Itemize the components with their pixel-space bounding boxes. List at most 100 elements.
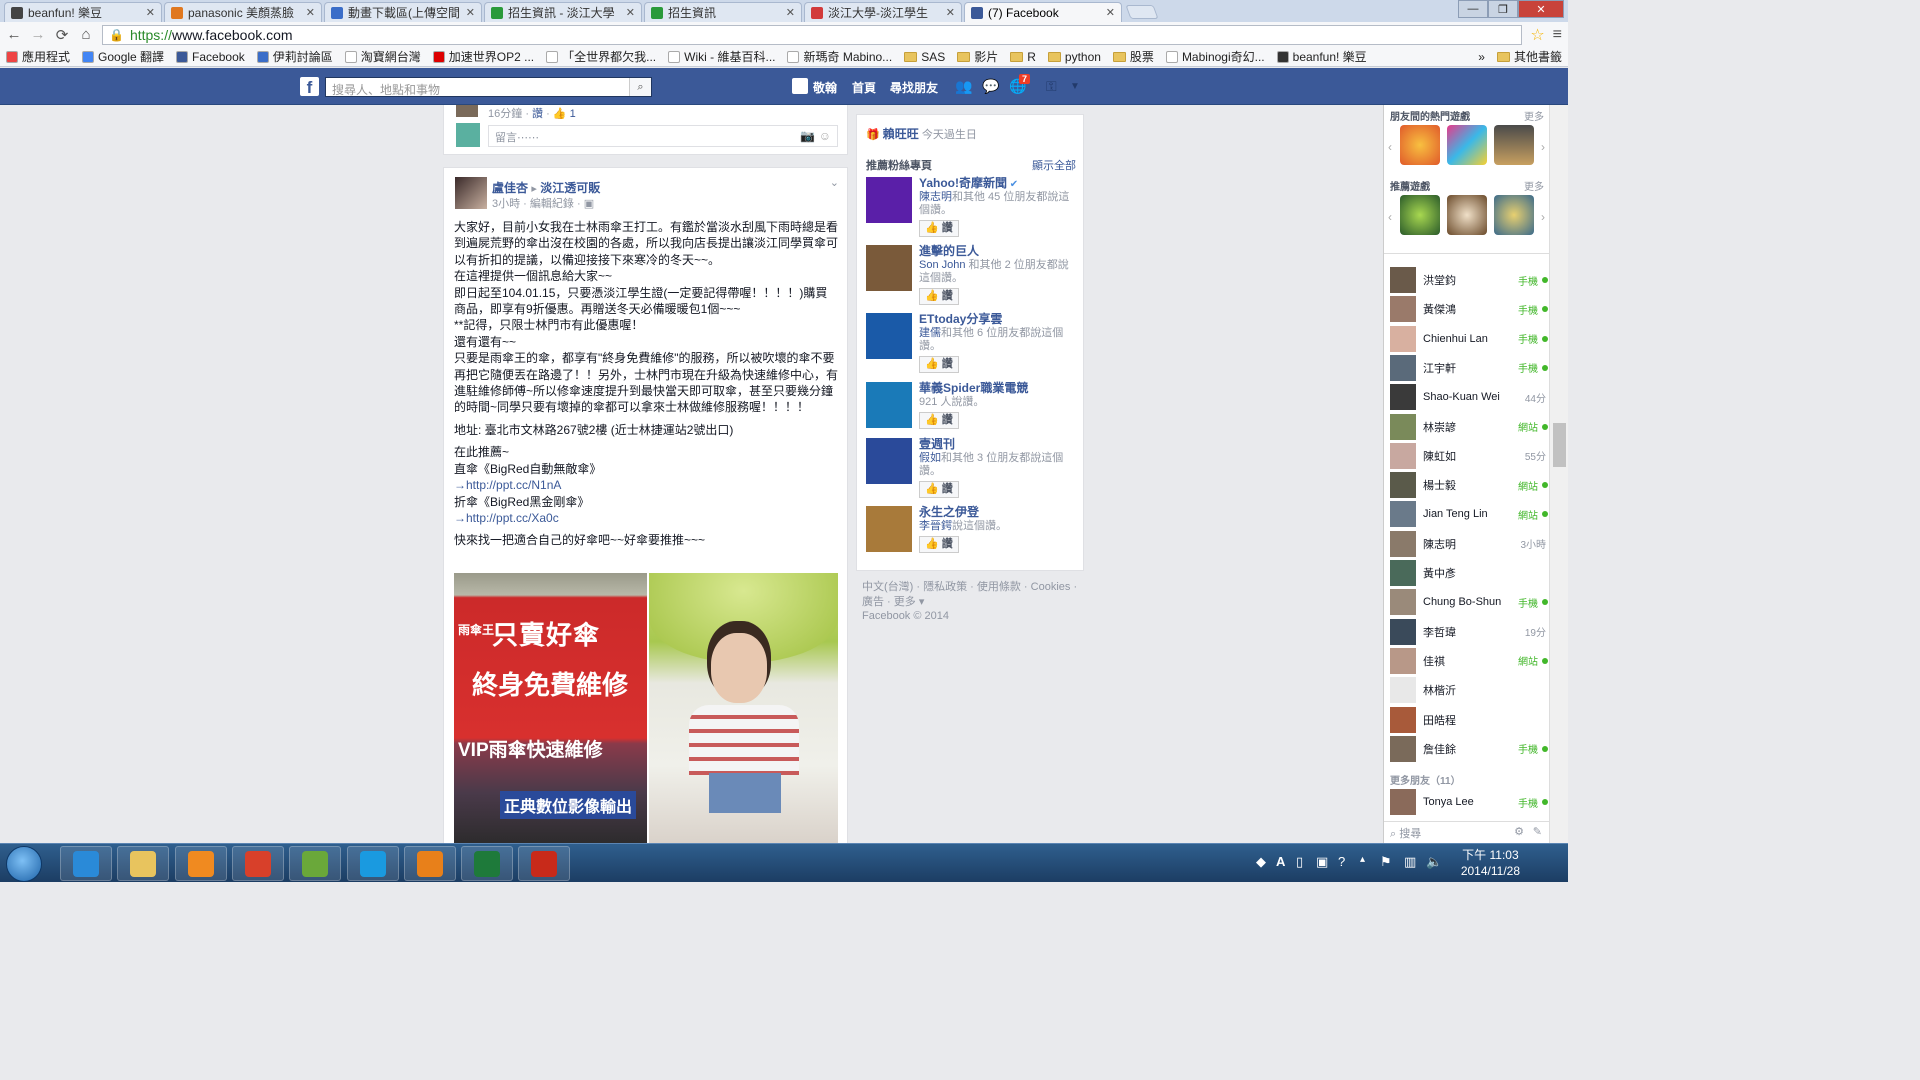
bookmark-item[interactable]: beanfun! 樂豆 [1276, 48, 1367, 65]
chat-search-input[interactable]: ⌕ 搜尋 ⚙ ✎ [1384, 821, 1550, 843]
bookmark-item[interactable]: Facebook [176, 50, 245, 64]
tab-close-icon[interactable]: ✕ [306, 6, 315, 19]
chat-friend[interactable]: 陳虹如 55分 [1390, 442, 1548, 470]
taskbar-app[interactable] [461, 846, 514, 881]
games-more-link[interactable]: 更多 [1524, 108, 1544, 123]
post-link-2[interactable]: →http://ppt.cc/Xa0c [454, 511, 559, 525]
bookmark-item[interactable]: Google 翻譯 [82, 48, 164, 65]
chat-friend[interactable]: Jian Teng Lin 網站 [1390, 500, 1548, 528]
tab-close-icon[interactable]: ✕ [1106, 6, 1115, 19]
comment-input[interactable]: 留言⋯⋯ 📷 ☺ [488, 125, 838, 147]
chat-friend[interactable]: 田皓程 [1390, 706, 1548, 734]
menu-icon[interactable]: ≡ [1553, 26, 1562, 44]
page-scrollbar[interactable] [1549, 105, 1568, 843]
taskbar-app[interactable] [403, 846, 456, 881]
tab-close-icon[interactable]: ✕ [626, 6, 635, 19]
recommended-games-more-link[interactable]: 更多 [1524, 178, 1544, 193]
game-thumbnail[interactable] [1494, 125, 1534, 165]
friend-link[interactable]: 建儒 [919, 327, 941, 339]
post-link-1[interactable]: →http://ppt.cc/N1nA [454, 478, 561, 492]
taskbar-app[interactable] [174, 846, 227, 881]
camera-icon[interactable]: 📷 [800, 129, 815, 143]
action-center-flag-icon[interactable]: ⚑ [1380, 854, 1392, 870]
bookmark-item[interactable]: python [1047, 50, 1101, 64]
chat-friend[interactable]: Chienhui Lan 手機 [1390, 325, 1548, 353]
privacy-shortcuts-icon[interactable]: ⚿ [1046, 78, 1057, 95]
tray-app-icon[interactable]: ◆ [1256, 854, 1266, 870]
footer-links[interactable]: 中文(台灣) · 隱私政策 · 使用條款 · Cookies · [862, 580, 1092, 595]
bookmark-item[interactable]: 影片 [957, 48, 998, 65]
address-bar[interactable]: 🔒 https://www.facebook.com [102, 24, 1523, 45]
tab-close-icon[interactable]: ✕ [946, 6, 955, 19]
bookmark-star-icon[interactable]: ☆ [1530, 25, 1544, 45]
browser-tab[interactable]: 招生資訊 ✕ [644, 2, 802, 22]
taskbar-app[interactable] [117, 846, 170, 881]
bookmark-item[interactable]: SAS [904, 50, 945, 64]
bookmark-item[interactable]: 新瑪奇 Mabino... [787, 48, 892, 65]
emoji-icon[interactable]: ☺ [819, 129, 831, 143]
game-thumbnail[interactable] [1400, 125, 1440, 165]
new-tab-button[interactable] [1125, 5, 1159, 19]
show-all-link[interactable]: 顯示全部 [1032, 157, 1076, 173]
page-thumbnail[interactable] [866, 506, 912, 552]
page-name-link[interactable]: 永生之伊登 [919, 505, 979, 519]
friend-link[interactable]: 陳志明 [919, 191, 952, 203]
chat-settings-icon[interactable]: ⚙ [1514, 825, 1524, 838]
bookmark-item[interactable]: 加速世界OP2 ... [432, 48, 534, 65]
nav-home-link[interactable]: 首頁 [852, 79, 876, 96]
page-name-link[interactable]: 華義Spider職業電競 [919, 381, 1028, 395]
profile-avatar[interactable] [792, 78, 808, 94]
friend-link[interactable]: 李晉鍔 [919, 520, 952, 532]
games-prev-icon[interactable]: ‹ [1388, 140, 1392, 154]
game-thumbnail[interactable] [1400, 195, 1440, 235]
system-clock[interactable]: 下午 11:03 2014/11/28 [1461, 847, 1520, 879]
friend-link[interactable]: Son John [919, 259, 965, 271]
page-name-link[interactable]: ETtoday分享雲 [919, 312, 1002, 326]
like-page-button[interactable]: 👍 讚 [919, 481, 959, 498]
tray-expand-icon[interactable]: ▴ [1360, 854, 1365, 865]
taskbar-app[interactable] [518, 846, 571, 881]
page-name-link[interactable]: 進擊的巨人 [919, 244, 979, 258]
network-icon[interactable]: ▥ [1404, 854, 1416, 870]
page-thumbnail[interactable] [866, 438, 912, 484]
page-thumbnail[interactable] [866, 245, 912, 291]
chat-friend[interactable]: 黃中彥 [1390, 559, 1548, 587]
chat-friend[interactable]: 詹佳餘 手機 [1390, 735, 1548, 763]
game-thumbnail[interactable] [1447, 125, 1487, 165]
page-name-link[interactable]: 壹週刊 [919, 437, 955, 451]
volume-icon[interactable]: 🔈 [1426, 854, 1442, 870]
page-thumbnail[interactable] [866, 313, 912, 359]
rec-games-prev-icon[interactable]: ‹ [1388, 210, 1392, 224]
comment-like-count[interactable]: 1 [570, 108, 576, 120]
nav-find-friends-link[interactable]: 尋找朋友 [890, 79, 938, 96]
post-time[interactable]: 3小時 [492, 198, 520, 210]
close-window-button[interactable]: ✕ [1518, 0, 1564, 18]
browser-tab[interactable]: (7) Facebook ✕ [964, 2, 1122, 22]
games-next-icon[interactable]: › [1541, 140, 1545, 154]
start-button[interactable] [6, 846, 42, 882]
browser-tab[interactable]: 招生資訊 - 淡江大學 ✕ [484, 2, 642, 22]
scrollbar-thumb[interactable] [1553, 423, 1566, 467]
bookmark-item[interactable]: Mabinogi奇幻... [1165, 48, 1265, 65]
chat-friend[interactable]: 佳祺 網站 [1390, 647, 1548, 675]
tab-close-icon[interactable]: ✕ [146, 6, 155, 19]
like-page-button[interactable]: 👍 讚 [919, 412, 959, 429]
game-thumbnail[interactable] [1494, 195, 1534, 235]
footer-links-2[interactable]: 廣告 · 更多 ▾ [862, 595, 1092, 610]
help-icon[interactable]: ? [1338, 854, 1345, 869]
like-page-button[interactable]: 👍 讚 [919, 220, 959, 237]
chat-friend[interactable]: 林崇諺 網站 [1390, 413, 1548, 441]
page-thumbnail[interactable] [866, 177, 912, 223]
chat-friend[interactable]: Shao-Kuan Wei 44分 [1390, 383, 1548, 411]
edit-history-link[interactable]: 編輯紀錄 [530, 198, 574, 210]
comment-like-link[interactable]: 讚 [532, 108, 543, 120]
rec-games-next-icon[interactable]: › [1541, 210, 1545, 224]
bookmark-item[interactable]: 「全世界都欠我... [546, 48, 656, 65]
reload-icon[interactable]: ⟳ [54, 26, 70, 44]
facebook-search-input[interactable]: 搜尋人、地點和事物 ⌕ [325, 77, 652, 97]
bookmark-item[interactable]: Wiki - 維基百科... [668, 48, 775, 65]
like-page-button[interactable]: 👍 讚 [919, 356, 959, 373]
bookmark-item[interactable]: R [1010, 50, 1036, 64]
chat-friend[interactable]: 陳志明 3小時 [1390, 530, 1548, 558]
post-photo-girl-umbrella[interactable] [649, 573, 838, 846]
